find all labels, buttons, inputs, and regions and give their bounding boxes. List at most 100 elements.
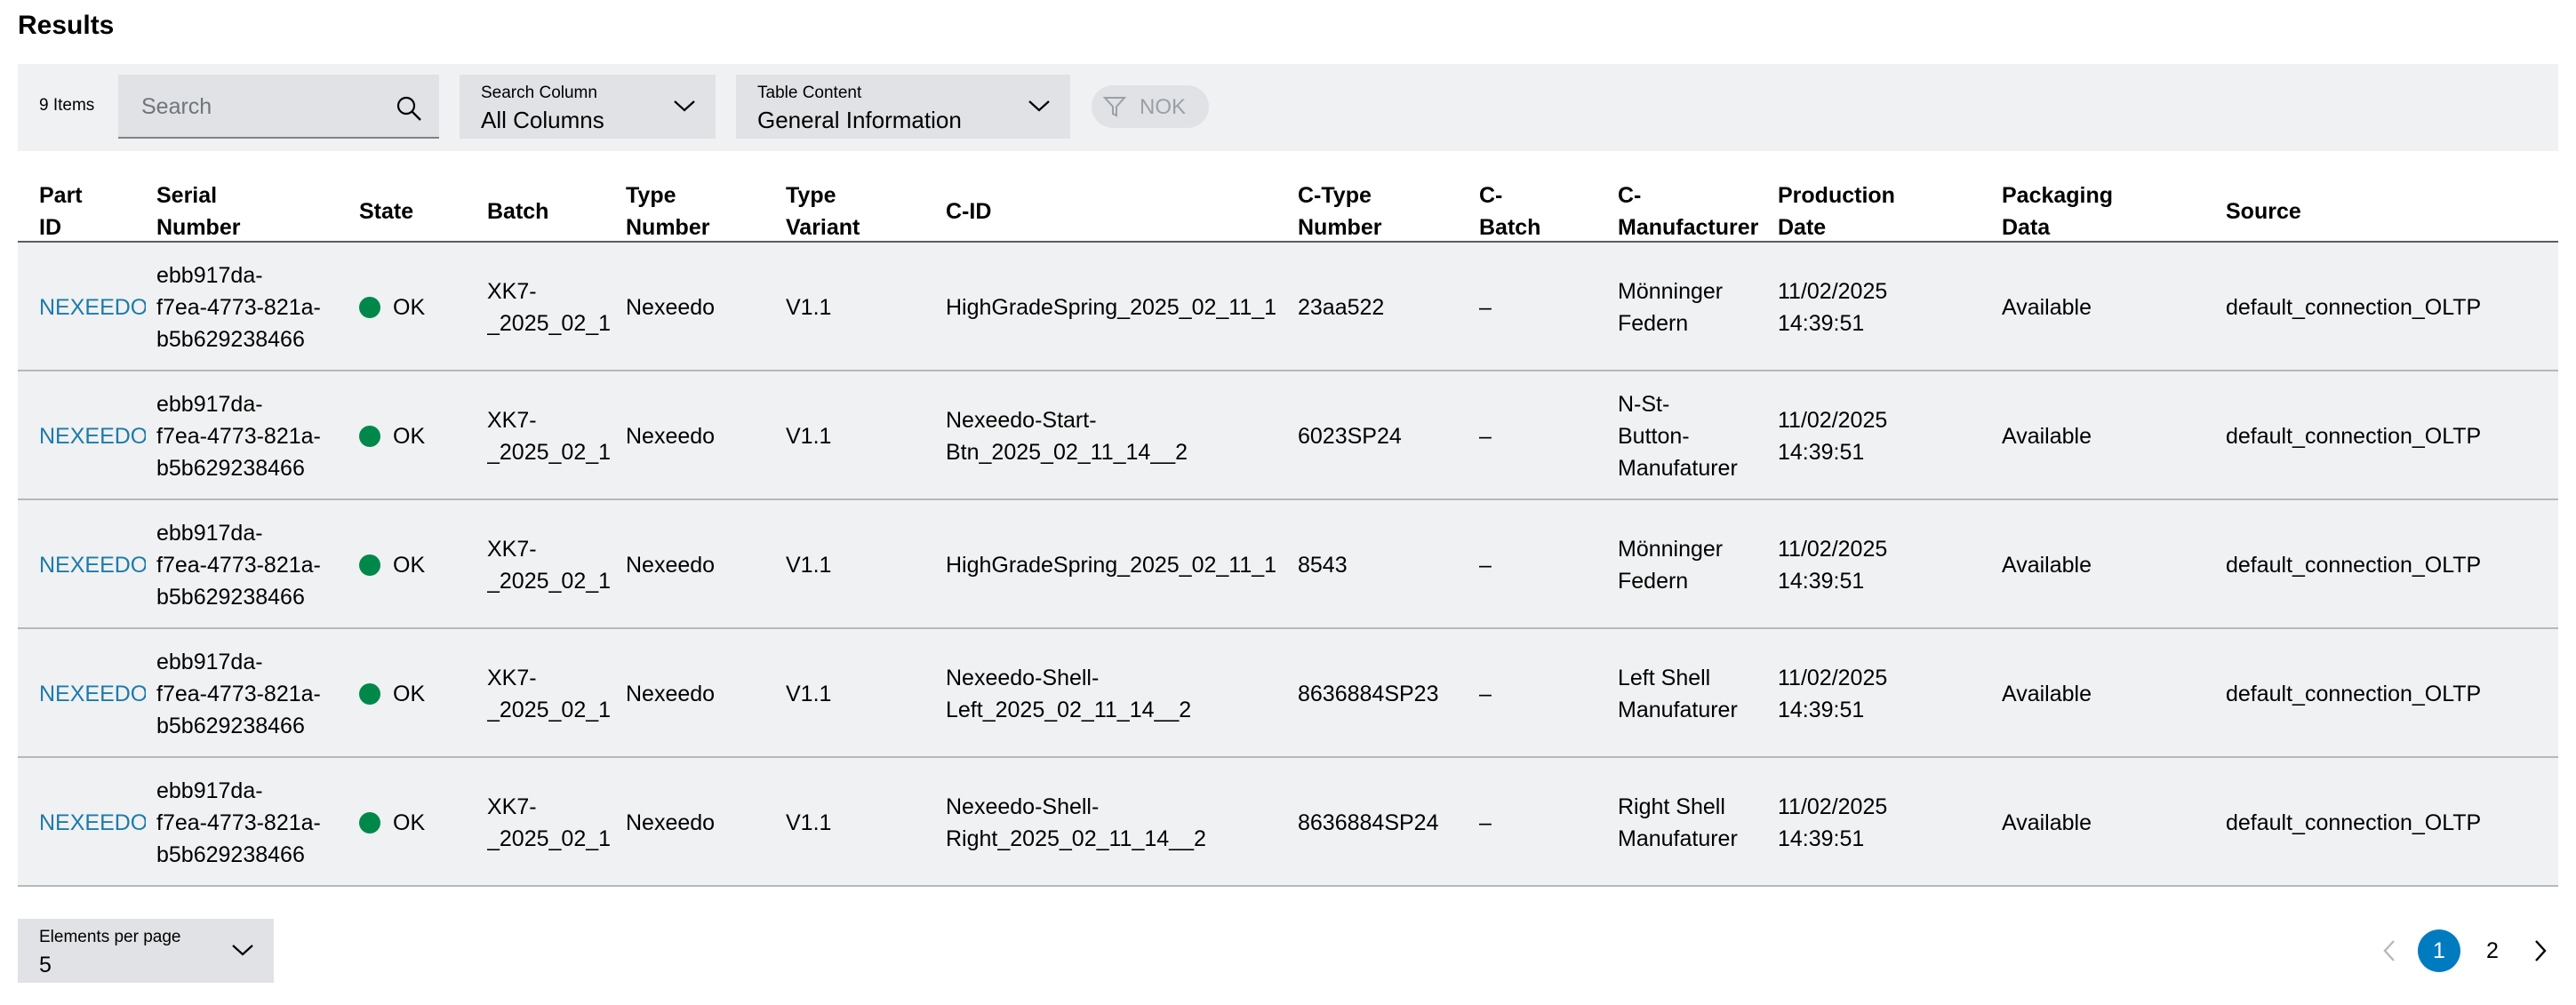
column-header-c-manufacturer[interactable]: C- Manufacturer [1618, 179, 1769, 243]
cell-line: b5b629238466 [156, 456, 305, 481]
table-row[interactable]: NEXEEDO ebb917da-f7ea-4773-821a-b5b629238… [18, 243, 2558, 371]
cell-batch: XK7- _2025_02_1 [487, 791, 612, 855]
column-header-text: C-Type [1298, 183, 1372, 208]
cell-packaging-data: Available [2002, 424, 2092, 449]
column-header-text: Source [2226, 199, 2301, 224]
elements-per-page-label: Elements per page [39, 928, 181, 946]
column-header-state[interactable]: State [359, 195, 484, 227]
cell-c-manufacturer: Right Shell Manufaturer [1618, 791, 1769, 855]
status-text: OK [393, 553, 426, 578]
cell-line: XK7- [487, 666, 537, 690]
column-header-c-type-number[interactable]: C-Type Number [1298, 179, 1467, 243]
results-table: Part ID Serial Number State Batch Type Number Ty… [18, 169, 2558, 887]
cell-source: default_connection_OLTP [2226, 295, 2482, 320]
cell-serial-number: ebb917da-f7ea-4773-821a-b5b629238466 [156, 388, 348, 484]
cell-line: Right_2025_02_11_14__2 [946, 826, 1206, 851]
column-header-serial-number[interactable]: Serial Number [156, 179, 348, 243]
column-header-text: C- [1479, 183, 1503, 208]
column-header-text: Serial [156, 183, 218, 208]
cell-state: OK [359, 678, 484, 710]
column-header-type-variant[interactable]: Type Variant [786, 179, 937, 243]
column-header-text: Batch [487, 199, 549, 224]
cell-line: Btn_2025_02_11_14__2 [946, 440, 1188, 465]
cell-line: XK7- [487, 794, 537, 819]
table-body: NEXEEDO ebb917da-f7ea-4773-821a-b5b629238… [18, 243, 2558, 887]
cell-c-batch: – [1479, 682, 1492, 706]
cell-line: XK7- [487, 279, 537, 304]
cell-part-id[interactable]: NEXEEDO [39, 807, 146, 839]
table-row[interactable]: NEXEEDO ebb917da-f7ea-4773-821a-b5b629238… [18, 629, 2558, 758]
cell-line: Right Shell [1618, 794, 1725, 819]
cell-state: OK [359, 549, 484, 581]
nok-filter-label: NOK [1140, 95, 1187, 119]
cell-line: N-St- [1618, 392, 1670, 417]
cell-line: Federn [1618, 311, 1689, 336]
status-text: OK [393, 682, 426, 706]
cell-c-type-number: 8636884SP24 [1298, 810, 1439, 835]
column-header-text: Type [786, 183, 836, 208]
column-header-text: Number [156, 215, 241, 240]
column-header-packaging-data[interactable]: Packaging Data [2002, 179, 2215, 243]
column-header-part-id[interactable]: Part ID [39, 179, 146, 243]
table-row[interactable]: NEXEEDO ebb917da-f7ea-4773-821a-b5b629238… [18, 371, 2558, 500]
cell-state: OK [359, 807, 484, 839]
cell-part-id[interactable]: NEXEEDO [39, 420, 146, 452]
cell-type-variant: V1.1 [786, 682, 832, 706]
page-button-1[interactable]: 1 [2418, 929, 2460, 972]
cell-c-id: HighGradeSpring_2025_02_11_1 [946, 291, 1284, 323]
previous-page-icon[interactable] [2379, 937, 2400, 964]
table-header: Part ID Serial Number State Batch Type Number Ty… [18, 169, 2558, 243]
search-column-label: Search Column [481, 84, 597, 102]
cell-batch: XK7- _2025_02_1 [487, 662, 612, 726]
cell-source: default_connection_OLTP [2226, 810, 2482, 835]
cell-part-id[interactable]: NEXEEDO [39, 549, 146, 581]
page-button-2[interactable]: 2 [2471, 929, 2514, 972]
table-row[interactable]: NEXEEDO ebb917da-f7ea-4773-821a-b5b629238… [18, 758, 2558, 887]
cell-line: 14:39:51 [1778, 698, 1865, 722]
nok-filter-chip[interactable]: NOK [1092, 85, 1209, 128]
column-header-text: Variant [786, 215, 860, 240]
search-icon[interactable] [395, 94, 423, 123]
chevron-down-icon [232, 945, 253, 956]
cell-c-batch: – [1479, 553, 1492, 578]
column-header-c-batch[interactable]: C- Batch [1479, 179, 1604, 243]
status-ok-icon [359, 683, 380, 705]
cell-line: ebb917da- [156, 650, 263, 674]
cell-line: Left Shell [1618, 666, 1711, 690]
column-header-text: C-ID [946, 199, 992, 224]
cell-line: 14:39:51 [1778, 440, 1865, 465]
column-header-batch[interactable]: Batch [487, 195, 612, 227]
column-header-text: Batch [1479, 215, 1541, 240]
column-header-text: Packaging [2002, 183, 2114, 208]
column-header-c-id[interactable]: C-ID [946, 195, 1284, 227]
status-ok-icon [359, 297, 380, 318]
cell-line: f7ea-4773-821a- [156, 553, 321, 578]
cell-line: Manufaturer [1618, 456, 1738, 481]
column-header-source[interactable]: Source [2226, 195, 2546, 227]
cell-production-date: 11/02/2025 14:39:51 [1778, 404, 1991, 468]
cell-state: OK [359, 420, 484, 452]
cell-line: ebb917da- [156, 778, 263, 803]
cell-c-manufacturer: Mönninger Federn [1618, 533, 1769, 597]
column-header-text: Production [1778, 183, 1895, 208]
cell-line: ebb917da- [156, 263, 263, 288]
cell-line: _2025_02_1 [487, 698, 612, 722]
column-header-type-number[interactable]: Type Number [626, 179, 777, 243]
cell-line: Manufaturer [1618, 698, 1738, 722]
search-input[interactable]: Search [118, 75, 439, 139]
cell-line: Left_2025_02_11_14__2 [946, 698, 1192, 722]
cell-part-id[interactable]: NEXEEDO [39, 678, 146, 710]
column-header-text: C- [1618, 183, 1642, 208]
search-column-value: All Columns [481, 107, 604, 133]
cell-line: 11/02/2025 [1778, 408, 1888, 433]
next-page-icon[interactable] [2530, 937, 2551, 964]
cell-line: Mönninger [1618, 279, 1724, 304]
search-column-select[interactable]: Search Column All Columns [460, 75, 716, 139]
column-header-production-date[interactable]: Production Date [1778, 179, 1991, 243]
elements-per-page-select[interactable]: Elements per page 5 [18, 919, 274, 983]
cell-line: XK7- [487, 408, 537, 433]
cell-part-id[interactable]: NEXEEDO [39, 291, 146, 323]
cell-packaging-data: Available [2002, 810, 2092, 835]
table-content-select[interactable]: Table Content General Information [736, 75, 1070, 139]
table-row[interactable]: NEXEEDO ebb917da-f7ea-4773-821a-b5b629238… [18, 500, 2558, 629]
